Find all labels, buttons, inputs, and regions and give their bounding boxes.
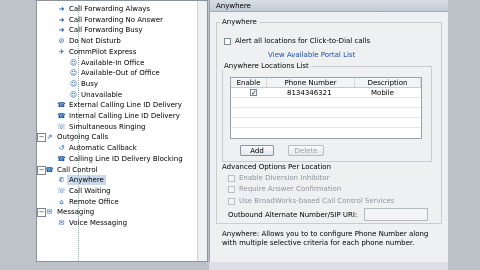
locations-table: Enable Phone Number Description ✓ 8134346… [230, 77, 422, 139]
tree-item-label: Voice Messaging [69, 219, 128, 227]
tree-item-label: CommPilot Express [69, 47, 137, 56]
anywhere-group-title: Anywhere [220, 18, 259, 26]
do-not-disturb-icon: ⊘ [58, 37, 65, 46]
tree-item-label: Messaging [57, 208, 95, 217]
column-header-description[interactable]: Description [355, 78, 421, 88]
tree-item-label: Available-Out of Office [81, 69, 160, 78]
tree-item-label: Unavailable [81, 90, 123, 99]
locations-group-title: Anywhere Locations List [222, 62, 311, 70]
call-control-icon: ☎ [45, 165, 54, 174]
tree-item-label: Simultaneous Ringing [69, 122, 146, 131]
commpilot-icon: ✈ [58, 47, 65, 56]
portal-list-link[interactable]: View Available Portal List [268, 51, 355, 59]
service-tree[interactable]: ➜ Call Forwarding Always ➜ Call Forwarding … [36, 0, 208, 262]
column-header-phone[interactable]: Phone Number [267, 78, 355, 88]
table-row [231, 98, 421, 108]
use-broadworks-checkbox[interactable] [228, 198, 235, 205]
tree-item-label: Call Forwarding Always [69, 5, 151, 13]
status-description: Anywhere: Allows you to to configure Pho… [222, 230, 429, 247]
table-row [231, 108, 421, 118]
collapse-toggle-icon[interactable]: − [37, 165, 46, 175]
enable-diversion-checkbox[interactable] [228, 175, 235, 182]
call-forward-icon: ➜ [58, 26, 65, 35]
alert-all-label: Alert all locations for Click-to-Dial ca… [235, 37, 371, 45]
tree-item-label: Call Control [57, 165, 98, 174]
profile-icon: ☺ [69, 69, 78, 78]
voicemail-icon: ✉ [58, 219, 65, 227]
enable-diversion-label: Enable Diversion Inhibitor [239, 174, 330, 182]
require-answer-checkbox[interactable] [228, 186, 235, 193]
window-frame-right [448, 0, 480, 270]
profile-icon: ☺ [69, 90, 78, 99]
tree-item-label: Busy [81, 79, 99, 88]
caller-id-icon: ☎ [57, 101, 66, 110]
row-enable-checkbox[interactable]: ✓ [250, 89, 257, 97]
collapse-toggle-icon[interactable]: − [37, 208, 46, 218]
callback-icon: ↺ [58, 144, 65, 153]
delete-button[interactable]: Delete [288, 145, 324, 156]
anywhere-panel: Anywhere Anywhere Alert all locations fo… [209, 0, 448, 270]
remote-office-icon: ⌂ [59, 197, 64, 206]
tree-item-label: Internal Calling Line ID Delivery [69, 112, 180, 120]
tree-item-label: Call Waiting [69, 186, 111, 195]
ring-icon: ☏ [57, 122, 66, 131]
use-broadworks-label: Use BroadWorks-based Call Control Servic… [239, 197, 395, 205]
button-bar [209, 262, 448, 270]
column-header-enable[interactable]: Enable [231, 78, 267, 88]
outgoing-calls-icon: ⇗ [46, 133, 53, 142]
tree-item-label: Call Forwarding Busy [69, 26, 143, 35]
advanced-options-title: Advanced Options Per Location [222, 163, 332, 171]
collapse-toggle-icon[interactable]: − [37, 133, 46, 143]
outbound-number-label: Outbound Alternate Number/SIP URI: [228, 211, 358, 219]
tree-item-label: Remote Office [69, 197, 119, 206]
caller-id-icon: ☎ [57, 154, 66, 163]
profile-icon: ☺ [69, 79, 78, 88]
tree-item-label: Calling Line ID Delivery Blocking [69, 154, 183, 163]
table-row [231, 118, 421, 128]
call-waiting-icon: ☏ [57, 186, 66, 195]
panel-header: Anywhere [210, 0, 448, 12]
tree-item-label: External Calling Line ID Delivery [69, 101, 182, 110]
tree-item-label: Automatic Callback [69, 144, 137, 153]
profile-icon: ☺ [69, 58, 78, 67]
anywhere-icon: ✆ [58, 176, 65, 185]
tree-item-label: Anywhere [67, 175, 106, 186]
call-forward-icon: ➜ [58, 15, 65, 24]
alert-all-checkbox[interactable] [224, 38, 231, 45]
tree-scrollbar[interactable] [197, 1, 207, 261]
tree-item-label: Outgoing Calls [57, 133, 109, 142]
tree-item-label: Call Forwarding No Answer [69, 15, 164, 24]
require-answer-label: Require Answer Confirmation [239, 185, 342, 193]
table-row[interactable]: ✓ 8134346321 Mobile [231, 88, 421, 98]
tree-item-label: Available-In Office [81, 58, 145, 67]
row-description: Mobile [371, 89, 394, 97]
outbound-number-input[interactable] [364, 208, 428, 221]
caller-id-icon: ☎ [57, 112, 66, 120]
tree-item-label: Do Not Disturb [69, 37, 121, 46]
add-button[interactable]: Add [240, 145, 274, 156]
window-frame-left [0, 0, 36, 270]
call-forward-icon: ➜ [58, 5, 65, 13]
row-phone-number: 8134346321 [287, 89, 332, 97]
messaging-icon: ✉ [46, 208, 53, 217]
